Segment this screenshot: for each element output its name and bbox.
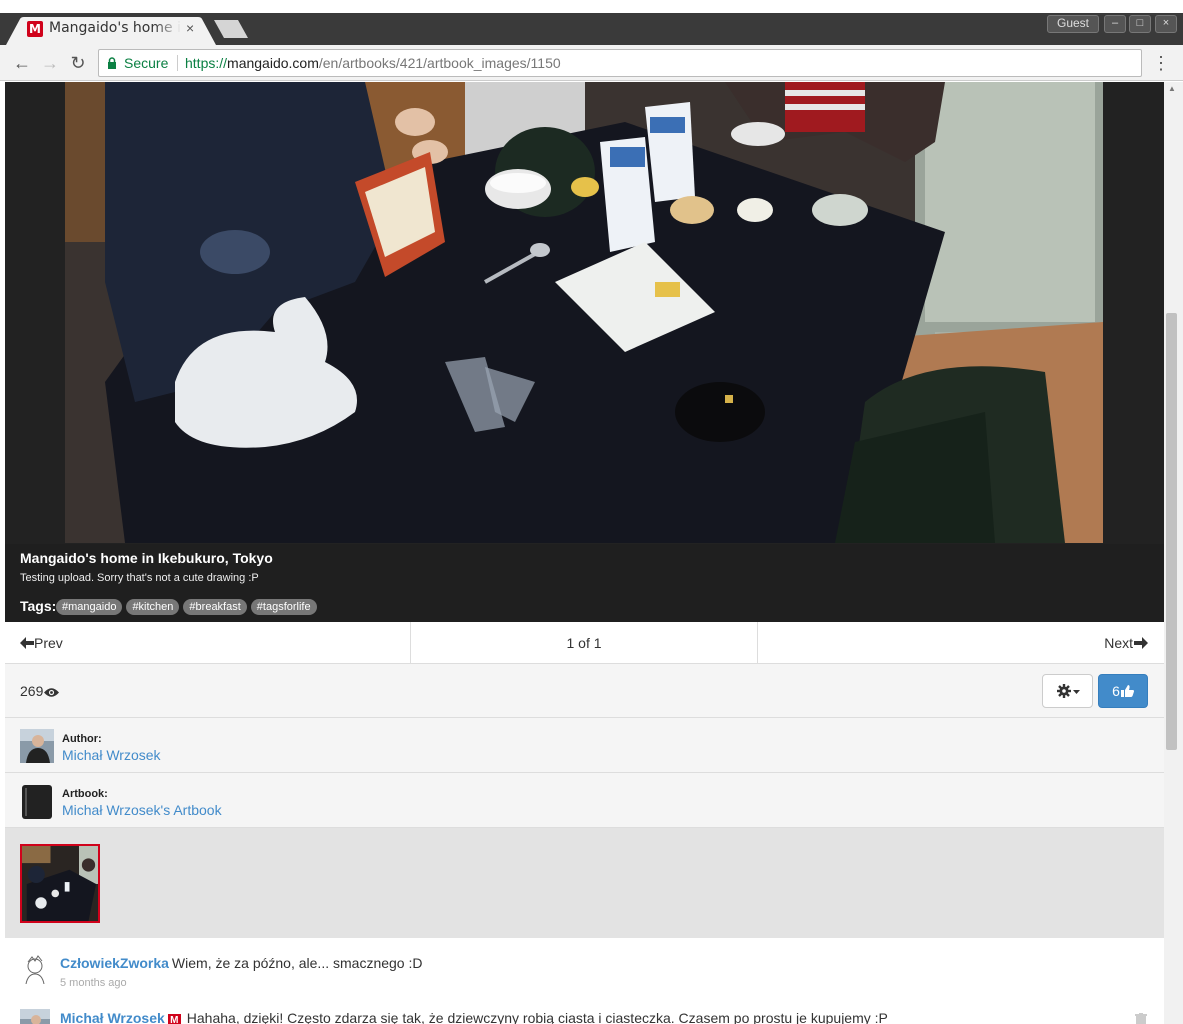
page-counter: 1 of 1 — [411, 622, 758, 664]
like-count: 6 — [1112, 683, 1120, 699]
thumbs-up-icon — [1120, 685, 1134, 697]
url-host: mangaido.com — [227, 55, 319, 71]
thumbnail-strip — [5, 828, 1164, 938]
reload-icon[interactable]: ↻ — [68, 53, 88, 73]
like-button[interactable]: 6 — [1098, 674, 1148, 708]
mangaido-badge-icon: M — [167, 1014, 181, 1024]
author-row: Author: Michał Wrzosek — [5, 718, 1164, 773]
image-pager: Prev 1 of 1 Next — [5, 622, 1164, 664]
artbook-label: Artbook: — [62, 788, 108, 800]
artbook-link[interactable]: Michał Wrzosek's Artbook — [62, 802, 222, 818]
book-icon — [22, 785, 52, 819]
artbook-row: Artbook: Michał Wrzosek's Artbook — [5, 773, 1164, 828]
browser-toolbar: ← → ↻ Secure https://mangaido.com/en/art… — [0, 45, 1183, 81]
tag-breakfast[interactable]: #breakfast — [183, 599, 247, 615]
comment-author[interactable]: Michał Wrzosek M Hahaha, dzięki! Często zd… — [60, 1010, 888, 1024]
settings-dropdown-button[interactable] — [1042, 674, 1093, 708]
image-description: Testing upload. Sorry that's not a cute … — [20, 572, 259, 584]
prev-label: Prev — [34, 635, 63, 651]
image-caption: Mangaido's home in Ikebukuro, Tokyo Test… — [5, 544, 1164, 622]
commenter-avatar[interactable] — [20, 1009, 50, 1024]
lock-icon — [108, 57, 116, 69]
back-icon[interactable]: ← — [12, 53, 32, 73]
scroll-up-icon[interactable]: ▲ — [1167, 84, 1177, 94]
tag-mangaido[interactable]: #mangaido — [56, 599, 123, 615]
tab-title: Mangaido's home in Ikebukuro, Tokyo — [49, 20, 181, 36]
tags-label: Tags: — [20, 598, 57, 614]
arrow-left-icon — [20, 637, 34, 649]
author-avatar[interactable] — [20, 729, 54, 763]
arrow-right-icon — [1134, 637, 1148, 649]
commenter-avatar[interactable] — [20, 954, 50, 984]
mangaido-favicon-icon: M — [27, 21, 43, 37]
image-title: Mangaido's home in Ikebukuro, Tokyo — [20, 550, 273, 566]
prev-button[interactable]: Prev — [5, 622, 411, 664]
url-text[interactable]: https://mangaido.com/en/artbooks/421/art… — [185, 55, 561, 71]
omnibox-separator — [177, 55, 178, 71]
browser-menu-icon[interactable]: ⋮ — [1152, 53, 1170, 73]
tab-close-icon[interactable]: × — [186, 19, 200, 37]
scrollbar-thumb[interactable] — [1166, 313, 1177, 750]
comment-author-name[interactable]: Michał Wrzosek — [60, 1010, 165, 1024]
page-content: Mangaido's home in Ikebukuro, Tokyo Test… — [5, 82, 1164, 1024]
comment-text: Hahaha, dzięki! Często zdarza się tak, ż… — [186, 1010, 888, 1024]
view-count-value: 269 — [20, 683, 44, 699]
url-path: /en/artbooks/421/artbook_images/1150 — [318, 55, 561, 71]
close-window-button[interactable]: × — [1155, 15, 1177, 33]
maximize-button[interactable]: □ — [1129, 15, 1151, 33]
comment-item: Michał Wrzosek M Hahaha, dzięki! Często zd… — [5, 994, 1164, 1024]
author-link[interactable]: Michał Wrzosek — [62, 747, 161, 763]
author-label: Author: — [62, 733, 102, 745]
minimize-button[interactable]: – — [1104, 15, 1126, 33]
address-bar[interactable]: Secure https://mangaido.com/en/artbooks/… — [98, 49, 1142, 77]
os-top-bar — [0, 0, 1183, 13]
artbook-photo[interactable] — [65, 82, 1103, 543]
comment-time: 5 months ago — [60, 977, 127, 989]
thumbnail-selected[interactable] — [20, 844, 100, 923]
caret-down-icon — [1073, 690, 1080, 694]
trash-icon[interactable] — [1135, 1013, 1147, 1024]
gear-icon — [1057, 684, 1071, 698]
photo-band — [5, 82, 1164, 544]
comment-author[interactable]: CzłowiekZworka Wiem, że za późno, ale... … — [60, 955, 422, 971]
tag-kitchen[interactable]: #kitchen — [126, 599, 180, 615]
comment-author-name[interactable]: CzłowiekZworka — [60, 955, 169, 971]
comment-item: CzłowiekZworka Wiem, że za późno, ale... … — [5, 939, 1164, 994]
view-count: 269 — [20, 683, 60, 699]
eye-icon — [44, 688, 60, 697]
secure-label: Secure — [124, 55, 169, 71]
tag-tagsforlife[interactable]: #tagsforlife — [250, 599, 317, 615]
guest-profile-button[interactable]: Guest — [1047, 15, 1099, 33]
next-label: Next — [1104, 635, 1133, 651]
forward-icon[interactable]: → — [40, 53, 60, 73]
url-scheme: https:// — [185, 55, 228, 71]
stats-bar: 269 6 — [5, 664, 1164, 718]
next-button[interactable]: Next — [758, 622, 1164, 664]
comment-text: Wiem, że za późno, ale... smacznego :D — [171, 955, 423, 971]
tag-list: #mangaido #kitchen #breakfast #tagsforli… — [56, 599, 317, 615]
new-tab-button[interactable] — [214, 20, 248, 38]
